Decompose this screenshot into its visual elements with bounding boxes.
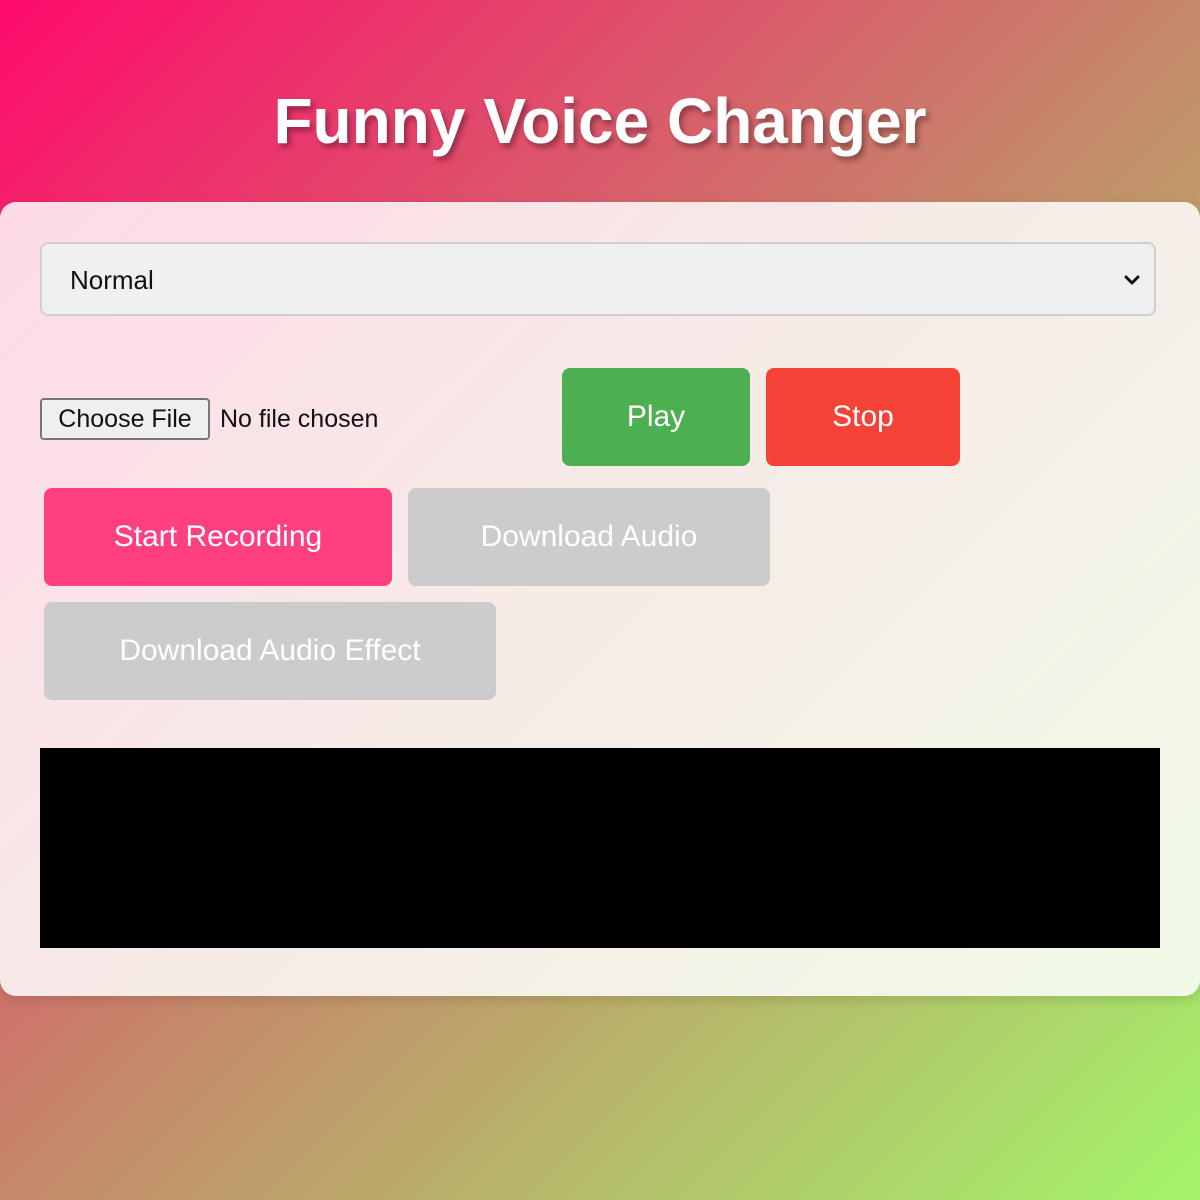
download-audio-effect-button[interactable]: Download Audio Effect	[44, 602, 496, 700]
effect-select[interactable]: Normal	[40, 242, 1156, 316]
choose-file-button[interactable]: Choose File	[40, 398, 210, 440]
stop-button[interactable]: Stop	[766, 368, 960, 466]
file-status-text: No file chosen	[220, 405, 379, 433]
page-title: Funny Voice Changer	[273, 85, 927, 157]
audio-visualizer-canvas	[40, 748, 1160, 948]
effect-select-value: Normal	[70, 265, 154, 295]
chevron-down-icon	[1124, 275, 1140, 285]
play-button[interactable]: Play	[562, 368, 750, 466]
start-recording-button[interactable]: Start Recording	[44, 488, 392, 586]
voice-changer-panel: Normal Choose File No file chosen Play S…	[0, 202, 1200, 996]
download-audio-button[interactable]: Download Audio	[408, 488, 770, 586]
